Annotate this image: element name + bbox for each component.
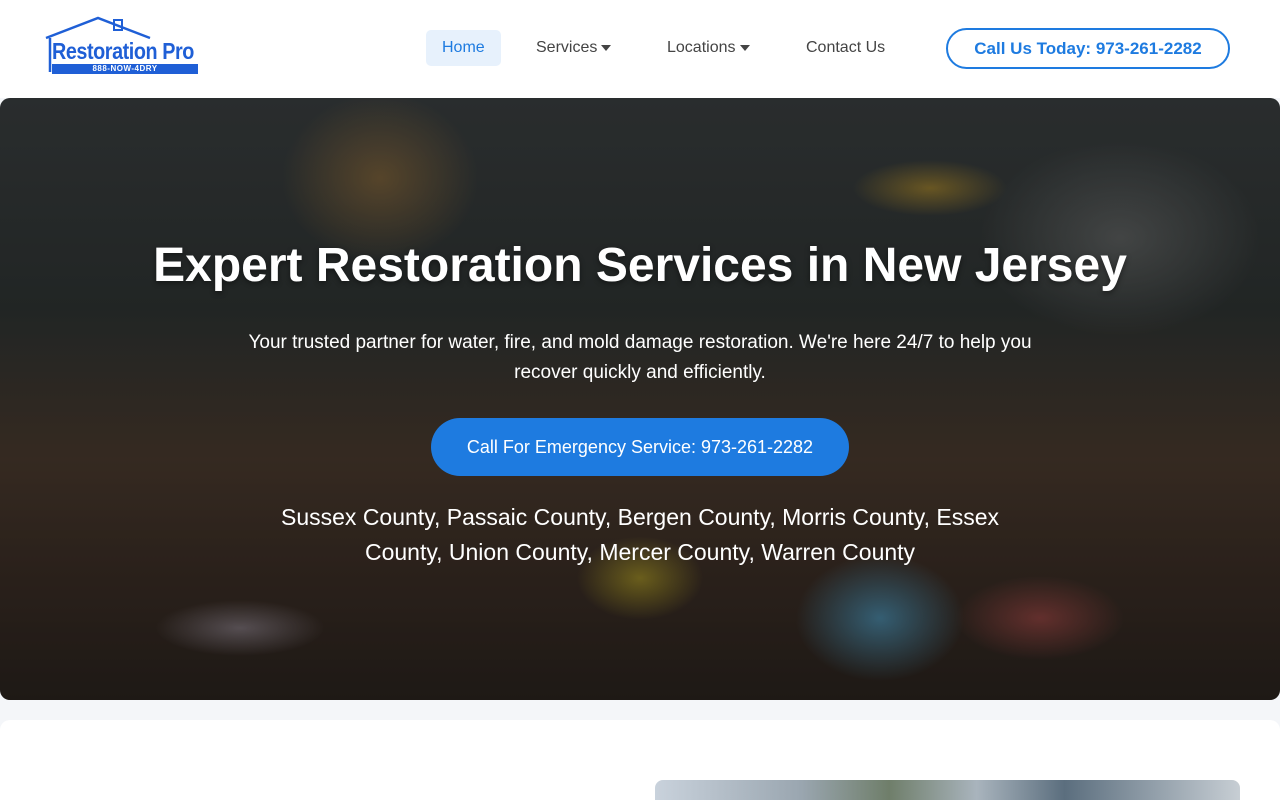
nav-services[interactable]: Services: [520, 30, 627, 66]
nav-home[interactable]: Home: [426, 30, 501, 66]
service-counties: Sussex County, Passaic County, Bergen Co…: [281, 504, 999, 565]
nav-locations-label: Locations: [667, 39, 736, 56]
logo-phone-text: 888-NOW-4DRY: [52, 64, 198, 74]
call-us-button[interactable]: Call Us Today: 973-261-2282: [946, 28, 1230, 69]
site-header: Restoration Pro 888-NOW-4DRY Home Servic…: [0, 0, 1280, 98]
nav-contact-us[interactable]: Contact Us: [790, 30, 901, 66]
nav-locations[interactable]: Locations: [651, 30, 766, 66]
nav-services-label: Services: [536, 39, 598, 56]
emergency-call-button[interactable]: Call For Emergency Service: 973-261-2282: [431, 418, 849, 476]
hero-section: Expert Restoration Services in New Jerse…: [0, 98, 1280, 700]
hero-content: Expert Restoration Services in New Jerse…: [0, 98, 1280, 700]
caret-down-icon: [601, 45, 612, 51]
hero-subtitle: Your trusted partner for water, fire, an…: [248, 332, 1032, 383]
nav-contact-label: Contact Us: [806, 39, 886, 56]
logo[interactable]: Restoration Pro 888-NOW-4DRY: [44, 16, 200, 74]
hero-title: Expert Restoration Services in New Jerse…: [153, 239, 1127, 292]
logo-brand-text: Restoration Pro: [52, 38, 194, 64]
nav-home-label: Home: [442, 39, 485, 56]
caret-down-icon: [739, 45, 750, 51]
content-image: [655, 780, 1240, 800]
